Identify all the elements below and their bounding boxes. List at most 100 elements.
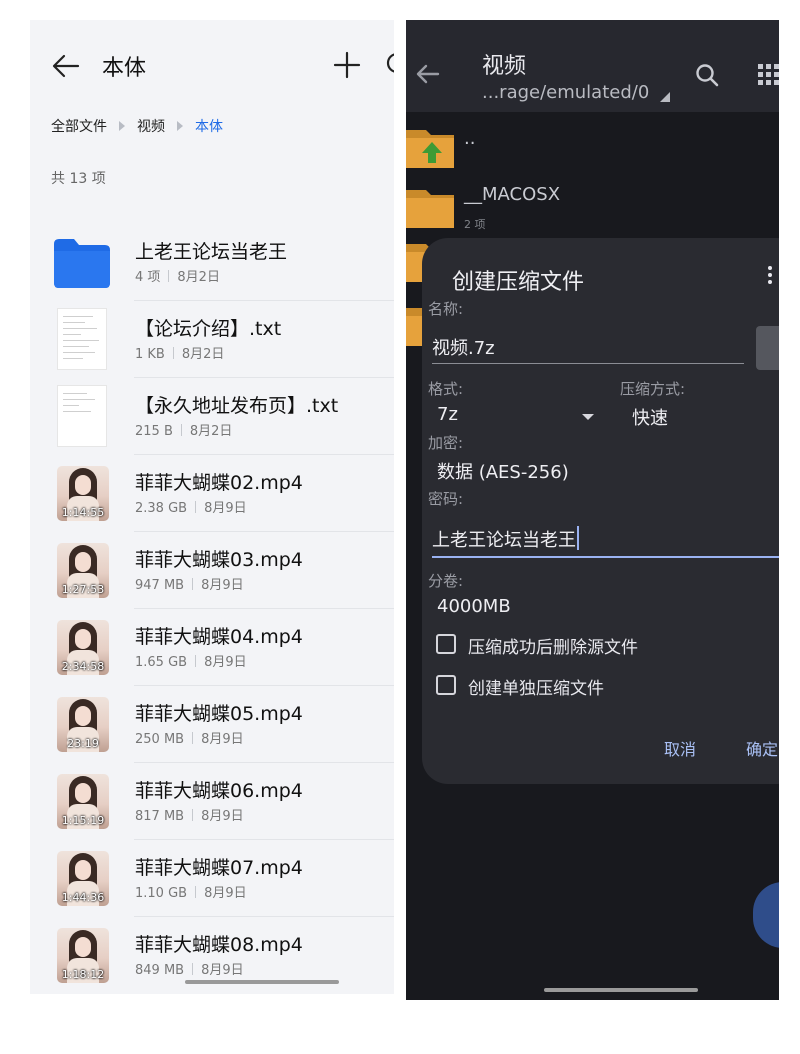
file-date: 8月9日	[201, 963, 244, 978]
separate-archive-checkbox[interactable]	[436, 675, 456, 695]
create-archive-dialog: 创建压缩文件 名称: 视频.7z 格式: 7z 压缩方式: 快速 加密: 数据 …	[422, 238, 779, 784]
encryption-select[interactable]: 数据 (AES-256)	[437, 458, 569, 484]
folder-icon	[406, 190, 454, 228]
floating-action-button[interactable]	[753, 882, 779, 948]
folder-title: 视频	[482, 54, 527, 79]
folder-icon	[54, 239, 110, 288]
file-row[interactable]: 2:34:58 菲菲大蝴蝶04.mp4 1.65 GB 8月9日	[30, 609, 394, 686]
delete-source-checkbox[interactable]	[436, 634, 456, 654]
more-options-icon[interactable]	[768, 264, 776, 290]
name-options-button[interactable]	[756, 326, 779, 370]
file-meta: 1.65 GB 8月9日	[135, 651, 247, 670]
breadcrumb-videos[interactable]: 视频	[137, 116, 165, 136]
file-date: 8月9日	[201, 732, 244, 747]
file-name: 菲菲大蝴蝶08.mp4	[135, 934, 303, 956]
file-row[interactable]: 【论坛介绍】.txt 1 KB 8月2日	[30, 301, 394, 378]
file-name: 菲菲大蝴蝶03.mp4	[135, 549, 303, 571]
breadcrumb-current[interactable]: 本体	[195, 116, 223, 136]
file-row[interactable]: 1:44:36 菲菲大蝴蝶07.mp4 1.10 GB 8月9日	[30, 840, 394, 917]
video-thumbnail: 1:44:36	[57, 851, 109, 906]
format-select[interactable]: 7z	[437, 404, 458, 425]
top-bar: 视频 ...rage/emulated/0	[406, 20, 779, 112]
add-icon[interactable]	[332, 50, 362, 80]
file-meta: 947 MB 8月9日	[135, 574, 244, 593]
ok-button[interactable]: 确定	[746, 736, 778, 760]
video-duration: 2:34:58	[61, 660, 105, 673]
file-name: 菲菲大蝴蝶04.mp4	[135, 626, 303, 648]
file-size: 817 MB	[135, 809, 185, 824]
file-date: 8月9日	[204, 655, 247, 670]
top-bar: 本体	[30, 20, 394, 110]
file-date: 8月9日	[204, 501, 247, 516]
list-item-name: ..	[464, 128, 476, 149]
file-meta: 215 B 8月2日	[135, 420, 232, 439]
file-meta: 4 项 8月2日	[135, 266, 220, 285]
archiver-panel: 视频 ...rage/emulated/0 .. __MACOSX 2 项 创建…	[406, 20, 779, 1000]
file-name: 菲菲大蝴蝶05.mp4	[135, 703, 303, 725]
file-name: 【永久地址发布页】.txt	[135, 395, 339, 417]
text-cursor	[577, 526, 579, 550]
file-row[interactable]: 23:19 菲菲大蝴蝶05.mp4 250 MB 8月9日	[30, 686, 394, 763]
list-item-name: __MACOSX	[464, 184, 561, 205]
back-arrow-icon[interactable]	[50, 50, 82, 82]
file-date: 8月2日	[181, 347, 225, 362]
file-meta: 817 MB 8月9日	[135, 805, 244, 824]
breadcrumb: 全部文件 视频 本体	[51, 114, 223, 138]
search-icon[interactable]	[384, 50, 394, 80]
compression-method-select[interactable]: 快速	[632, 404, 668, 430]
file-size: 1 KB	[135, 347, 165, 362]
password-value: 上老王论坛当老王	[432, 530, 576, 551]
list-item[interactable]: __MACOSX 2 项	[406, 178, 779, 238]
breadcrumb-separator-icon	[177, 121, 183, 131]
file-date: 8月9日	[204, 886, 247, 901]
home-indicator[interactable]	[544, 988, 698, 992]
name-label: 名称:	[428, 300, 464, 318]
video-duration: 1:44:36	[61, 891, 105, 904]
video-thumbnail: 1:18:12	[57, 928, 109, 983]
folder-path[interactable]: ...rage/emulated/0	[482, 82, 649, 103]
file-date: 8月9日	[201, 809, 244, 824]
file-row[interactable]: 上老王论坛当老王 4 项 8月2日	[30, 224, 394, 301]
dialog-title: 创建压缩文件	[452, 270, 585, 295]
file-meta: 1.10 GB 8月9日	[135, 882, 247, 901]
video-duration: 23:19	[67, 737, 99, 750]
video-thumbnail: 1:15:19	[57, 774, 109, 829]
video-thumbnail: 1:14:55	[57, 466, 109, 521]
password-input[interactable]: 上老王论坛当老王	[432, 520, 779, 558]
back-arrow-icon[interactable]	[414, 60, 442, 88]
encryption-label: 加密:	[428, 434, 464, 452]
archive-name-input[interactable]: 视频.7z	[432, 330, 744, 364]
file-size: 215 B	[135, 424, 173, 439]
video-duration: 1:14:55	[61, 506, 105, 519]
search-icon[interactable]	[694, 62, 720, 88]
item-count: 共 13 项	[51, 171, 106, 187]
file-date: 8月2日	[177, 270, 220, 285]
video-duration: 1:15:19	[61, 814, 105, 827]
file-row[interactable]: 【永久地址发布页】.txt 215 B 8月2日	[30, 378, 394, 455]
split-volume-select[interactable]: 4000MB	[437, 596, 511, 617]
file-row[interactable]: 1:27:53 菲菲大蝴蝶03.mp4 947 MB 8月9日	[30, 532, 394, 609]
home-indicator[interactable]	[185, 980, 339, 984]
file-size: 2.38 GB	[135, 501, 188, 516]
file-row[interactable]: 1:15:19 菲菲大蝴蝶06.mp4 817 MB 8月9日	[30, 763, 394, 840]
file-meta: 1 KB 8月2日	[135, 343, 224, 362]
file-size: 4 项	[135, 270, 161, 285]
cancel-button[interactable]: 取消	[664, 736, 696, 760]
page-title: 本体	[102, 56, 147, 81]
list-item-parent[interactable]: ..	[406, 118, 779, 178]
grid-view-icon[interactable]	[758, 64, 779, 86]
video-duration: 1:18:12	[61, 968, 105, 981]
file-name: 菲菲大蝴蝶07.mp4	[135, 857, 303, 879]
file-size: 849 MB	[135, 963, 185, 978]
text-file-icon	[57, 385, 107, 447]
folder-up-icon	[406, 130, 454, 168]
file-size: 1.65 GB	[135, 655, 188, 670]
video-thumbnail: 1:27:53	[57, 543, 109, 598]
file-size: 947 MB	[135, 578, 185, 593]
video-duration: 1:27:53	[61, 583, 105, 596]
breadcrumb-all-files[interactable]: 全部文件	[51, 116, 107, 136]
text-file-icon	[57, 308, 107, 370]
file-row[interactable]: 1:14:55 菲菲大蝴蝶02.mp4 2.38 GB 8月9日	[30, 455, 394, 532]
archive-name-value: 视频.7z	[432, 338, 495, 359]
format-dropdown-icon[interactable]	[582, 414, 594, 420]
